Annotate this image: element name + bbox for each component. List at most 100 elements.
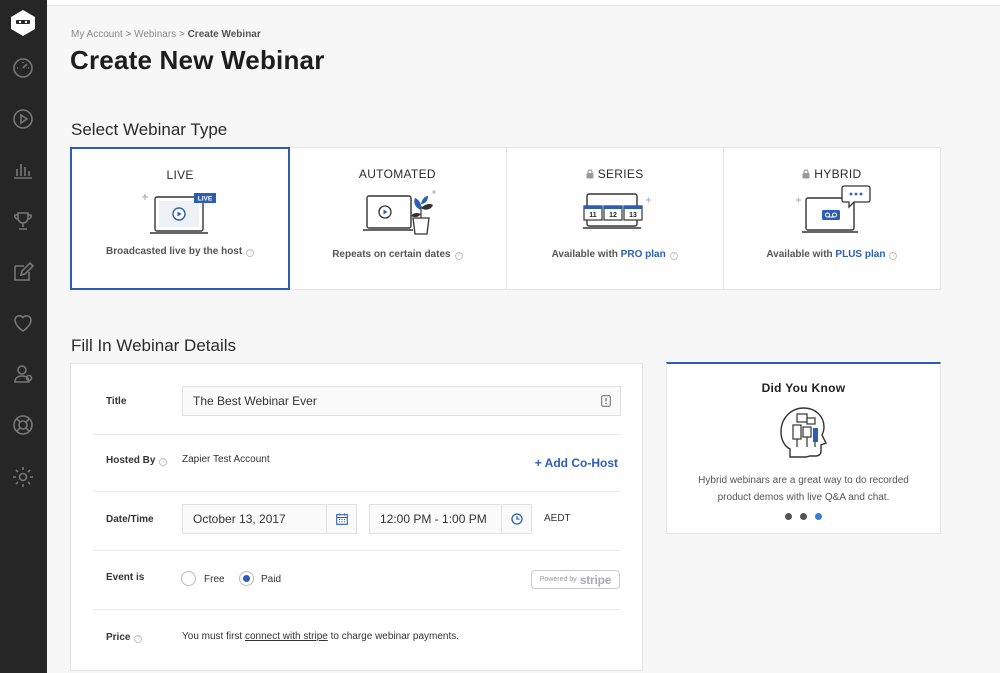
price-row: Price? You must first connect with strip…	[93, 610, 620, 671]
free-radio-label[interactable]: Free	[204, 574, 225, 585]
play-icon[interactable]	[11, 107, 35, 131]
did-you-know-text: Hybrid webinars are a great way to do re…	[698, 475, 909, 503]
add-cohost-button[interactable]: + Add Co-Host	[535, 456, 618, 470]
plus-plan-link[interactable]: PLUS plan	[835, 249, 885, 260]
analytics-icon[interactable]	[11, 158, 35, 182]
price-message: You must first connect with stripe to ch…	[182, 631, 459, 642]
help-icon[interactable]: ?	[669, 252, 678, 260]
lock-icon	[586, 169, 594, 179]
webinar-details-form: Title The Best Webinar Ever Hosted By? Z…	[70, 363, 643, 671]
logo-icon[interactable]	[10, 9, 36, 37]
date-input[interactable]: October 13, 2017	[182, 504, 357, 534]
type-description-text: Broadcasted live by the host	[106, 246, 243, 257]
type-name-text: HYBRID	[814, 167, 862, 181]
series-date-1: 11	[589, 212, 597, 219]
hosted-by-label: Hosted By?	[106, 455, 168, 466]
series-calendar-illustration: 11 12 13	[582, 193, 651, 229]
carousel-dot-2[interactable]	[800, 513, 807, 520]
type-description: Available with PRO plan?	[507, 249, 723, 260]
did-you-know-title: Did You Know	[761, 381, 846, 395]
sidebar	[0, 0, 47, 673]
settings-icon[interactable]	[11, 465, 35, 489]
help-icon[interactable]: ?	[889, 252, 898, 260]
calendar-icon[interactable]	[326, 505, 356, 533]
timezone: AEDT	[544, 513, 571, 524]
webinar-type-selector: LIVE LIVE Broadcasted live by the host? …	[70, 147, 941, 290]
carousel-dots	[667, 513, 940, 520]
time-input[interactable]: 12:00 PM - 1:00 PM	[369, 504, 532, 534]
connect-stripe-link[interactable]: connect with stripe	[245, 631, 328, 642]
type-name: LIVE	[166, 168, 194, 182]
price-text-before: You must first	[182, 631, 243, 642]
hosted-by-row: Hosted By? Zapier Test Account + Add Co-…	[93, 435, 620, 492]
title-row: Title The Best Webinar Ever	[93, 364, 621, 435]
type-description-prefix: Available with	[551, 249, 618, 260]
did-you-know-card: Did You Know Hybrid webinars are a great…	[666, 362, 941, 534]
help-icon[interactable]: ?	[246, 249, 255, 257]
powered-by-stripe-badge[interactable]: Powered by stripe	[531, 570, 620, 589]
breadcrumb-webinars[interactable]: Webinars	[134, 29, 176, 40]
lock-icon	[802, 169, 810, 179]
details-section-title: Fill In Webinar Details	[71, 336, 237, 355]
type-description: Available with PLUS plan?	[724, 249, 940, 260]
page-title: Create New Webinar	[70, 45, 325, 75]
free-radio[interactable]	[181, 571, 196, 586]
price-label: Price?	[106, 632, 143, 643]
title-input[interactable]: The Best Webinar Ever	[182, 386, 621, 416]
users-icon[interactable]	[11, 362, 35, 386]
type-description: Broadcasted live by the host?	[72, 246, 288, 257]
input-info-icon	[601, 395, 611, 407]
host-name: Zapier Test Account	[182, 454, 270, 465]
series-date-3: 13	[629, 212, 637, 219]
clock-icon[interactable]	[501, 505, 531, 533]
breadcrumb-separator: >	[178, 29, 185, 40]
breadcrumb-separator: >	[125, 29, 132, 40]
paid-radio-label[interactable]: Paid	[261, 574, 281, 585]
type-name: SERIES	[507, 167, 723, 181]
type-name-text: SERIES	[597, 167, 644, 181]
title-input-value: The Best Webinar Ever	[193, 394, 317, 408]
price-text-after: to charge webinar payments.	[330, 631, 460, 642]
carousel-dot-3[interactable]	[815, 513, 822, 520]
hybrid-chat-illustration	[795, 185, 871, 233]
title-label: Title	[106, 396, 127, 407]
carousel-dot-1[interactable]	[785, 513, 792, 520]
breadcrumb-my-account[interactable]: My Account	[71, 29, 123, 40]
webinar-type-hybrid[interactable]: HYBRID Available with PLUS plan?	[724, 148, 940, 289]
event-type-row: Event is Free Paid Powered by stripe	[93, 551, 620, 610]
type-name: AUTOMATED	[358, 167, 436, 181]
webinar-type-live[interactable]: LIVE LIVE Broadcasted live by the host?	[70, 147, 291, 290]
type-description-text: Repeats on certain dates	[332, 249, 451, 260]
trophy-icon[interactable]	[11, 209, 35, 233]
type-description: Repeats on certain dates?	[289, 249, 505, 260]
date-input-value: October 13, 2017	[193, 512, 286, 526]
help-icon[interactable]: ?	[454, 252, 463, 260]
edit-icon[interactable]	[11, 260, 35, 284]
series-date-2: 12	[609, 212, 617, 219]
webinar-type-automated[interactable]: AUTOMATED Repeats on certain dates?	[289, 148, 507, 289]
paid-radio[interactable]	[239, 571, 254, 586]
pro-plan-link[interactable]: PRO plan	[621, 249, 666, 260]
type-description-prefix: Available with	[766, 249, 833, 260]
dashboard-icon[interactable]	[11, 56, 35, 80]
breadcrumb: My Account > Webinars > Create Webinar	[71, 29, 261, 40]
live-badge: LIVE	[198, 196, 213, 203]
webinar-type-section-title: Select Webinar Type	[71, 120, 228, 139]
hosted-by-label-text: Hosted By	[106, 455, 156, 466]
top-bar	[47, 0, 1000, 6]
datetime-row: Date/Time October 13, 2017 12:00 PM - 1:…	[93, 492, 620, 551]
time-input-value: 12:00 PM - 1:00 PM	[380, 512, 487, 526]
breadcrumb-current: Create Webinar	[187, 29, 261, 40]
webinar-type-series[interactable]: SERIES 11 12 13 Available with PRO plan?	[507, 148, 724, 289]
help-icon[interactable]: ?	[159, 458, 168, 466]
type-name: HYBRID	[724, 167, 940, 181]
help-icon[interactable]: ?	[134, 635, 143, 643]
support-icon[interactable]	[11, 413, 35, 437]
head-tips-illustration	[779, 407, 827, 458]
event-type-label: Event is	[106, 572, 145, 583]
datetime-label: Date/Time	[106, 514, 154, 525]
stripe-logo-text: stripe	[579, 572, 612, 587]
heart-icon[interactable]	[11, 311, 35, 335]
automated-replay-illustration	[363, 190, 437, 235]
stripe-powered-text: Powered by	[539, 576, 577, 583]
